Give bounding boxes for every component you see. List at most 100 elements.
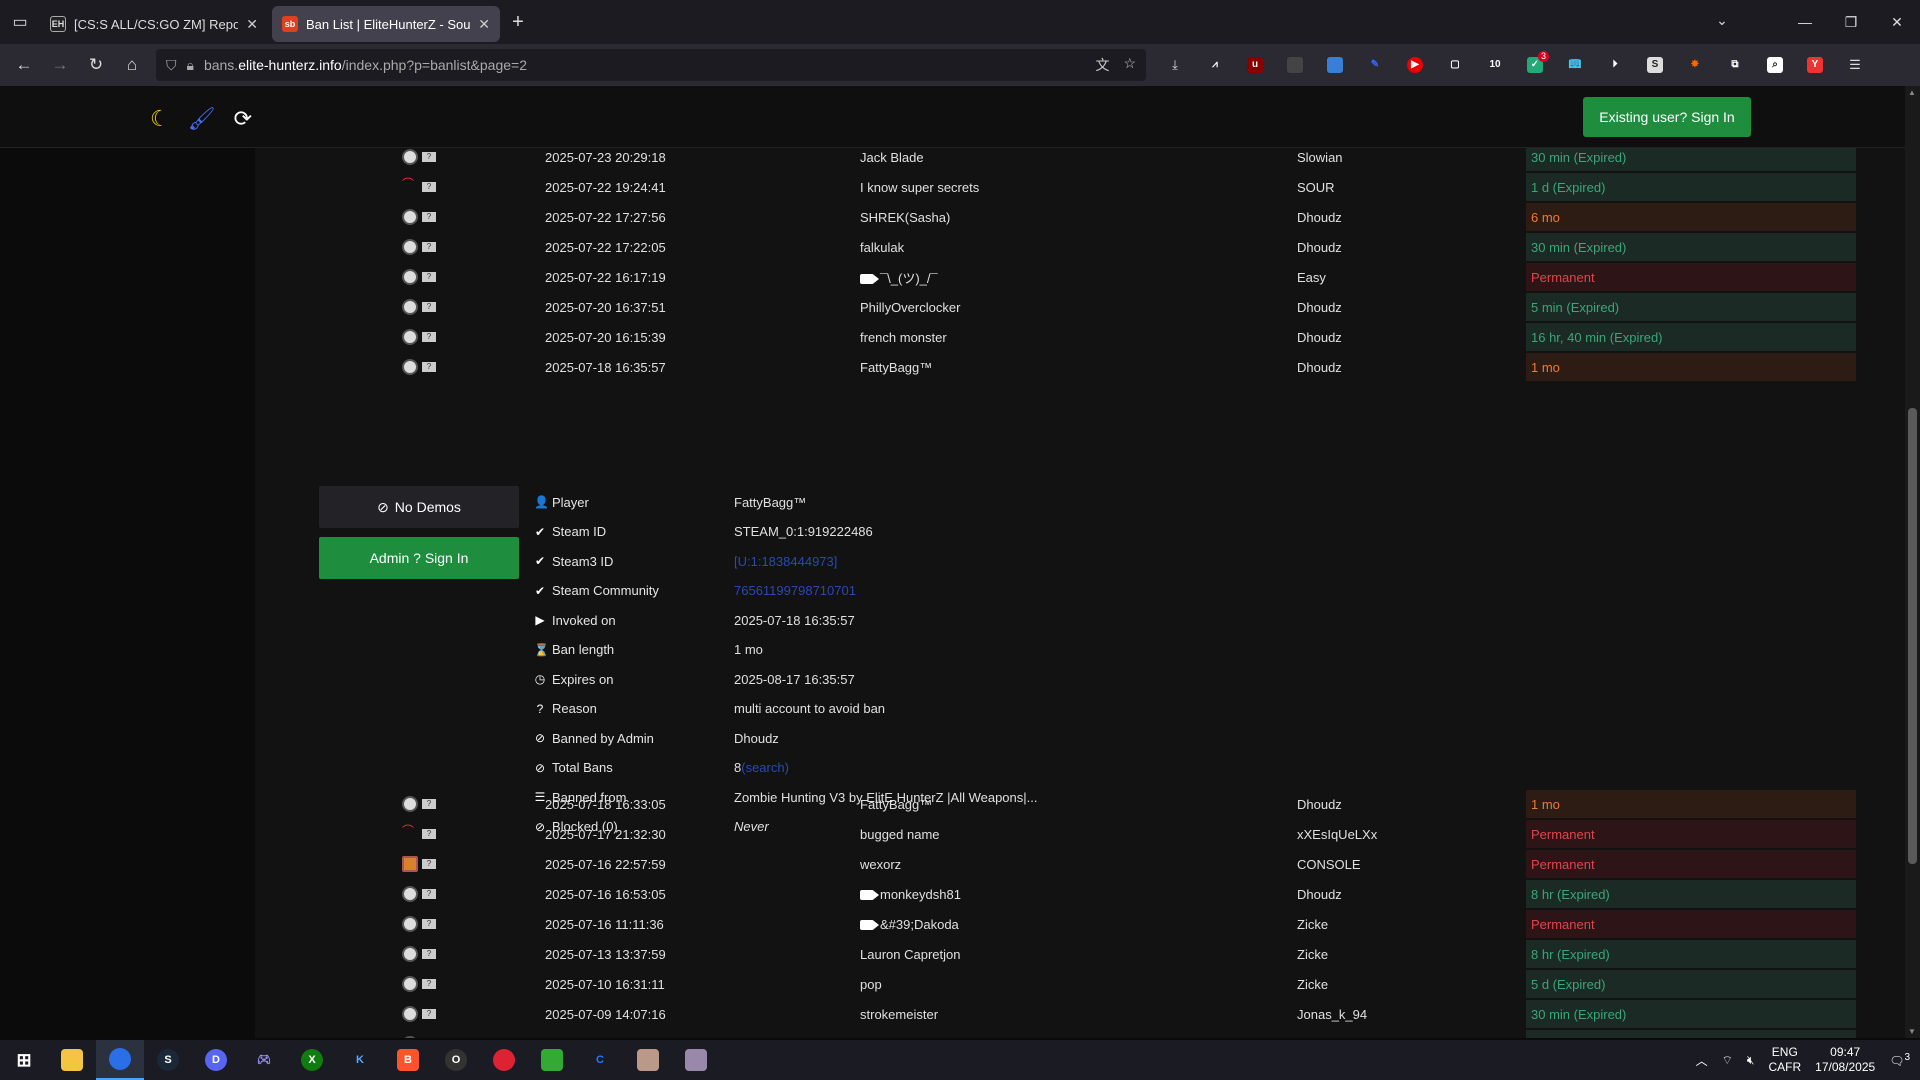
detail-value: 8 (734, 760, 742, 775)
user-icon: 👤 (534, 495, 549, 509)
browser-tab[interactable]: EH [CS:S ALL/CS:GO ZM] Report a p ✕ (40, 6, 268, 42)
extension-icon-7[interactable]: ✓ 3 (1520, 50, 1550, 80)
refresh-icon[interactable]: ⟳ (234, 106, 252, 132)
ban-row[interactable]: ⌒? 2025-07-17 21:32:30 bugged name xXEsIqUe… (280, 819, 1860, 849)
youtube-icon[interactable]: ▶ (1400, 50, 1430, 80)
gamepad-icon[interactable]: 🎮︎ (240, 1040, 288, 1080)
player-name-text: Jack Blade (860, 149, 924, 165)
play-circle-icon[interactable]: ⏵ (1600, 50, 1630, 80)
extension-icon-2[interactable] (1280, 50, 1310, 80)
restore-button[interactable]: ❐ (1828, 0, 1874, 44)
speaker-muted-icon[interactable]: 🔇︎ (1747, 1053, 1755, 1068)
ublock-icon[interactable]: u (1240, 50, 1270, 80)
row-icons: ⌒? (402, 825, 436, 842)
browser-tab[interactable]: sb Ban List | EliteHunterZ - SourceB ✕ (272, 6, 500, 42)
ban-row[interactable]: ? 2025-07-22 17:27:56 SHREK(Sasha) Dhoudz 6 … (280, 202, 1860, 232)
ban-row[interactable]: ? 2025-07-18 16:35:57 FattyBagg™ Dhoudz 1 mo (280, 352, 1860, 382)
ban-row[interactable]: ? 2025-07-16 11:11:36 &#39;Dakoda Zicke Perm… (280, 909, 1860, 939)
steam-app-icon[interactable]: S (144, 1040, 192, 1080)
player-name-text: pop (860, 976, 882, 992)
scroll-up-icon[interactable]: ▲ (1908, 88, 1916, 97)
yandex-icon[interactable]: Y (1800, 50, 1830, 80)
app-icon-k[interactable]: K (336, 1040, 384, 1080)
discord-icon[interactable]: D (192, 1040, 240, 1080)
ban-row[interactable]: ? 2025-07-13 13:37:59 Lauron Capretjon Zick… (280, 939, 1860, 969)
ban-row[interactable]: ? 2025-07-10 16:31:11 pop Zicke 5 d (Expired… (280, 969, 1860, 999)
shield-icon[interactable]: ⛉ (166, 57, 177, 74)
extension-icon-3[interactable] (1320, 50, 1350, 80)
start-icon[interactable]: ⊞ (0, 1040, 48, 1080)
tab-list-icon[interactable]: ▭ (0, 0, 40, 44)
home-button[interactable]: ⌂ (116, 49, 148, 81)
detail-value[interactable]: 76561199798710701 (734, 583, 856, 598)
brave-icon[interactable]: B (384, 1040, 432, 1080)
ban-row[interactable]: ? 2025-07-20 16:15:39 french monster Dhoudz… (280, 322, 1860, 352)
download-icon[interactable]: ⤓ (1160, 50, 1190, 80)
app-icon-blue[interactable]: C (576, 1040, 624, 1080)
detail-label-text: Expires on (552, 671, 614, 687)
extension-icon-8[interactable]: S (1640, 50, 1670, 80)
ban-row[interactable]: ? 2025-07-04 09:48:11 Alperen Easy 30 min (E… (280, 1029, 1860, 1038)
language-indicator[interactable]: ENG CAFR (1768, 1045, 1801, 1075)
app-icon-red[interactable] (480, 1040, 528, 1080)
ban-row[interactable]: ? 2025-07-18 16:33:05 FattyBagg™ Dhoudz 1 mo (280, 789, 1860, 819)
clock[interactable]: 09:47 17/08/2025 (1815, 1045, 1875, 1075)
reload-button[interactable]: ↻ (80, 49, 112, 81)
search-link[interactable]: (search) (741, 760, 789, 775)
tray-chevron-up-icon[interactable]: ︿ (1696, 1052, 1708, 1069)
detail-value[interactable]: [U:1:1838444973] (734, 554, 837, 569)
admin-name: Dhoudz (1297, 239, 1342, 255)
back-button[interactable]: ← (8, 49, 40, 81)
ban-row[interactable]: ? 2025-07-20 16:37:51 PhillyOverclocker Dho… (280, 292, 1860, 322)
ban-row[interactable]: ? 2025-07-16 16:53:05 monkeydsh81 Dhoudz 8 h… (280, 879, 1860, 909)
forward-button[interactable]: → (44, 49, 76, 81)
brush-icon[interactable]: 🖌︎ (188, 106, 216, 132)
player-name-text: ¯\_(ツ)_/¯ (880, 270, 938, 286)
search-icon[interactable]: ⌕ (1760, 50, 1790, 80)
admin-signin-button[interactable]: Admin ? Sign In (319, 537, 519, 579)
url-bar[interactable]: ⛉ 🔒︎ bans.elite-hunterz.info/index.php?p… (156, 49, 1146, 81)
row-icons: ? (402, 1036, 436, 1038)
obs-icon[interactable]: O (432, 1040, 480, 1080)
player-name-text: I know super secrets (860, 179, 980, 195)
menu-icon[interactable]: ☰ (1840, 50, 1870, 80)
extension-icon-1[interactable]: ⩘ (1200, 50, 1230, 80)
ban-row[interactable]: ? 2025-07-09 14:07:16 strokemeister Jonas_k… (280, 999, 1860, 1029)
wifi-icon[interactable]: ⌔ (1722, 1053, 1733, 1068)
new-tab-button[interactable]: + (500, 11, 536, 34)
extension-icon-9[interactable]: ✸ (1680, 50, 1710, 80)
page-scrollbar[interactable]: ▲ ▼ (1905, 86, 1920, 1038)
ban-row[interactable]: ? 2025-07-16 22:57:59 wexorz CONSOLE Permane… (280, 849, 1860, 879)
app-icon-image1[interactable] (624, 1040, 672, 1080)
detail-row: ? Reason multi account to avoid ban (534, 697, 885, 721)
puzzle-icon[interactable]: ⧉ (1720, 50, 1750, 80)
minimize-button[interactable]: — (1782, 0, 1828, 44)
extension-icon-4[interactable]: ✎ (1360, 50, 1390, 80)
scroll-down-icon[interactable]: ▼ (1908, 1027, 1916, 1036)
bookmark-star-icon[interactable]: ☆ (1123, 55, 1136, 75)
firefox-icon[interactable] (96, 1040, 144, 1080)
chevron-down-icon[interactable]: ⌄ (1712, 12, 1732, 29)
lock-icon[interactable]: 🔒︎ (187, 57, 194, 74)
app-icon-image2[interactable] (672, 1040, 720, 1080)
moon-icon[interactable]: ☾ (150, 106, 170, 132)
xbox-icon[interactable]: X (288, 1040, 336, 1080)
notification-icon[interactable]: 🗨︎3 (1889, 1052, 1910, 1068)
ban-row[interactable]: ? 2025-07-22 16:17:19 ¯\_(ツ)_/¯ Easy Permane… (280, 262, 1860, 292)
app-icon-green[interactable] (528, 1040, 576, 1080)
extension-icon-5[interactable]: ▢ (1440, 50, 1470, 80)
close-window-button[interactable]: ✕ (1874, 0, 1920, 44)
tab-close-icon[interactable]: ✕ (246, 16, 258, 33)
detail-value: FattyBagg™ (734, 494, 807, 510)
ban-row[interactable]: ? 2025-07-22 17:22:05 falkulak Dhoudz 30 min… (280, 232, 1860, 262)
game-icon (402, 239, 418, 255)
tab-close-icon[interactable]: ✕ (478, 16, 490, 33)
no-demos-button[interactable]: ⊘ No Demos (319, 486, 519, 528)
reader-icon[interactable]: 📖︎ (1560, 50, 1590, 80)
ban-row[interactable]: ⌒? 2025-07-22 19:24:41 I know super secret… (280, 172, 1860, 202)
translate-icon[interactable]: 文 (1095, 55, 1109, 75)
scrollbar-thumb[interactable] (1908, 408, 1917, 864)
existing-user-signin-button[interactable]: Existing user? Sign In (1583, 97, 1751, 137)
extension-icon-6[interactable]: 10 (1480, 50, 1510, 80)
file-explorer-icon[interactable] (48, 1040, 96, 1080)
